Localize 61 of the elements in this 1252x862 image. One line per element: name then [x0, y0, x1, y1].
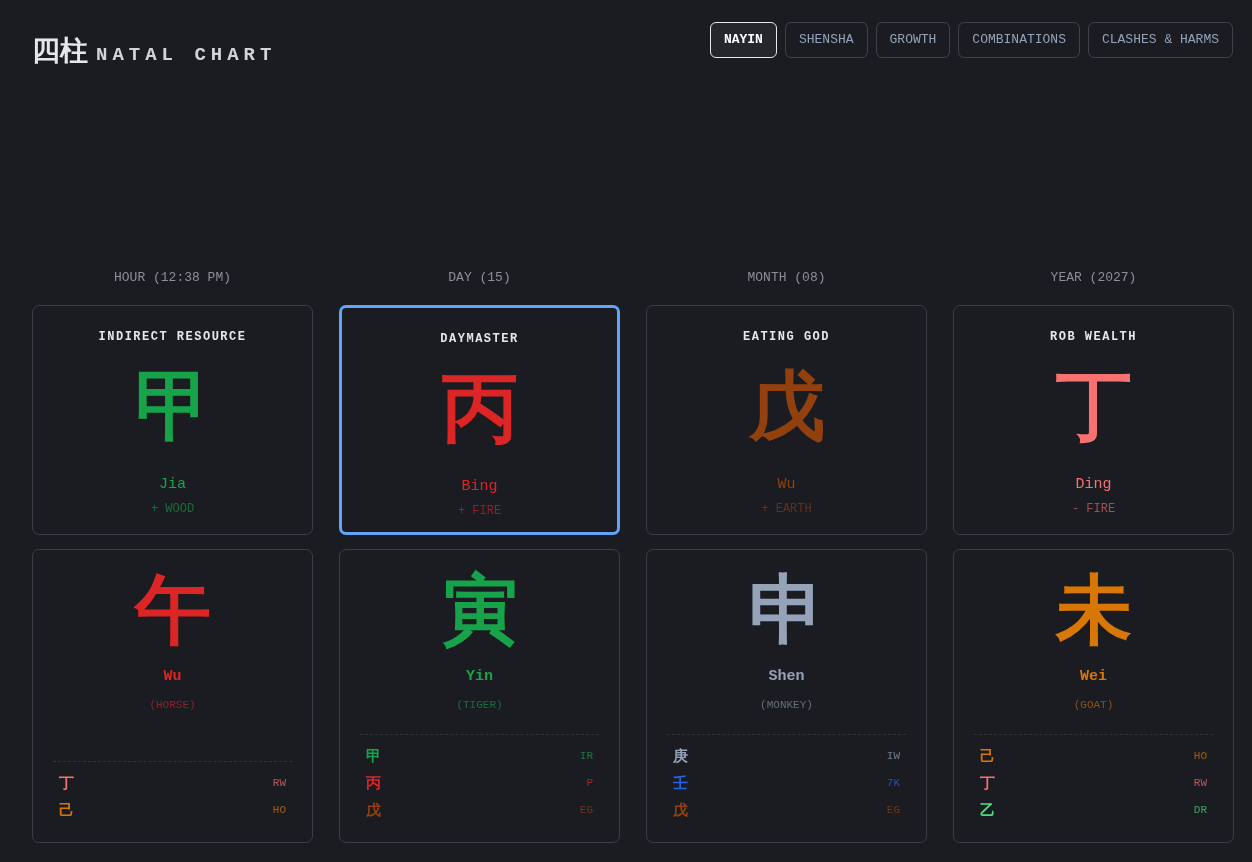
hidden-stem-code: RW — [272, 775, 286, 791]
stem-role: DAYMASTER — [439, 330, 520, 348]
branch-character: 寅 — [441, 571, 518, 648]
hidden-stem: 壬 — [673, 772, 688, 794]
stem-character: 戊 — [748, 367, 825, 444]
tab[interactable]: GROWTH — [875, 22, 951, 58]
stem-character: 甲 — [134, 367, 211, 444]
hidden-stem: 丁 — [980, 772, 995, 794]
branch-animal: (TIGER) — [456, 699, 503, 711]
hidden-stem: 丙 — [366, 772, 381, 794]
stem-role: EATING GOD — [742, 328, 831, 346]
pillar-heading: HOUR (12:38 PM) — [113, 269, 232, 287]
hidden-stem-code: RW — [1193, 775, 1207, 791]
hidden-stem-code: IW — [886, 748, 900, 764]
hidden-stem: 戊 — [673, 799, 688, 821]
stem-character: 丙 — [441, 369, 518, 446]
hidden-stem: 丁 — [59, 772, 74, 794]
page-title: NATAL CHART — [96, 43, 277, 68]
branch-name: Wu — [163, 667, 182, 685]
stem-name: Bing — [461, 477, 498, 495]
hidden-stem: 己 — [980, 745, 995, 767]
stem-role: ROB WEALTH — [1049, 328, 1138, 346]
tab[interactable]: SHENSHA — [784, 22, 868, 58]
hidden-stem-code: EG — [579, 802, 593, 818]
pillar-heading: DAY (15) — [447, 269, 512, 287]
tab[interactable]: CLASHES & HARMS — [1087, 22, 1233, 58]
stem-element: + WOOD — [150, 502, 195, 516]
branch-character: 未 — [1055, 571, 1132, 648]
hidden-stem-code: HO — [272, 802, 286, 818]
hidden-stem: 乙 — [980, 799, 995, 821]
tab[interactable]: NAYIN — [709, 22, 777, 58]
hidden-stem-code: P — [586, 775, 593, 791]
stem-character: 丁 — [1055, 367, 1132, 444]
stem-name: Wu — [777, 475, 796, 493]
stem-element: + EARTH — [761, 502, 812, 516]
branch-animal: (MONKEY) — [760, 699, 813, 711]
stem-element: + FIRE — [457, 504, 502, 518]
title-glyphs: 四柱 — [32, 33, 88, 69]
hidden-stem: 庚 — [673, 745, 688, 767]
stem-role: INDIRECT RESOURCE — [97, 328, 248, 346]
hidden-stem: 甲 — [366, 745, 381, 767]
branch-animal: (HORSE) — [149, 699, 196, 711]
hidden-stem: 戊 — [366, 799, 381, 821]
pillar-heading: MONTH (08) — [746, 269, 827, 287]
branch-character: 午 — [134, 571, 211, 648]
branch-animal: (GOAT) — [1073, 699, 1114, 711]
hidden-stem-code: HO — [1193, 748, 1207, 764]
hidden-stem-code: 7K — [886, 775, 900, 791]
branch-character: 申 — [748, 571, 825, 648]
branch-name: Shen — [768, 667, 805, 685]
branch-name: Yin — [466, 667, 493, 685]
hidden-stem: 己 — [59, 799, 74, 821]
pillar-heading: YEAR (2027) — [1049, 269, 1138, 287]
branch-name: Wei — [1080, 667, 1107, 685]
hidden-stem-code: DR — [1193, 802, 1207, 818]
tab[interactable]: COMBINATIONS — [958, 22, 1080, 58]
stem-element: - FIRE — [1071, 502, 1116, 516]
hidden-stem-code: EG — [886, 802, 900, 818]
stem-name: Jia — [159, 475, 186, 493]
stem-name: Ding — [1075, 475, 1112, 493]
hidden-stem-code: IR — [579, 748, 593, 764]
